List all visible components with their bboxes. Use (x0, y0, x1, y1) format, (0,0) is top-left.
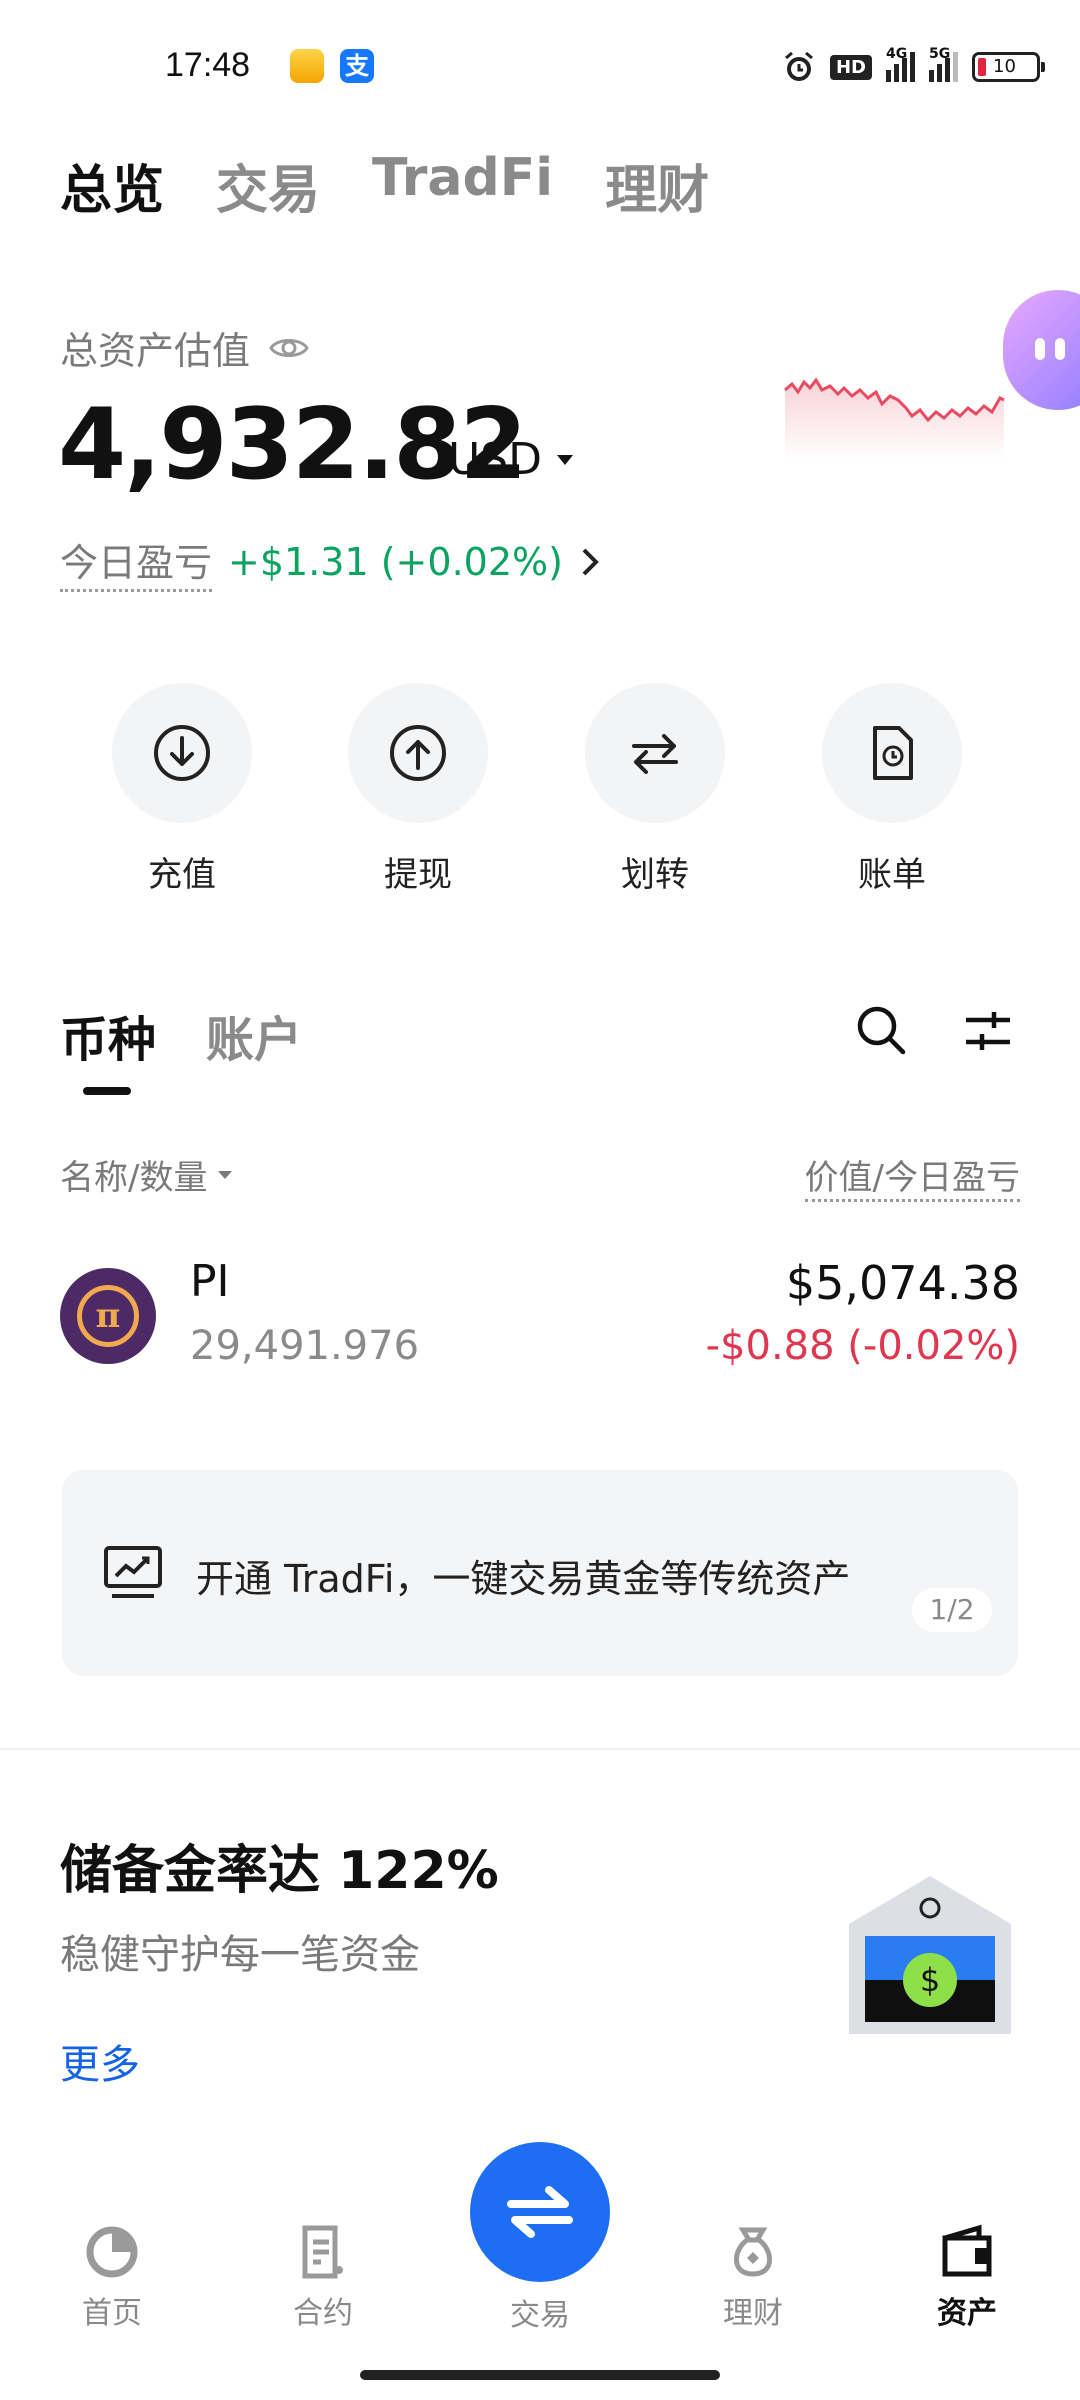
battery-icon: 10 (972, 52, 1045, 82)
sort-name-quantity[interactable]: 名称/数量 (60, 1150, 233, 1199)
asset-pnl: -$0.88 (-0.02%) (705, 1323, 1020, 1369)
caret-down-icon (557, 454, 574, 465)
mail-app-icon (290, 49, 324, 83)
withdraw-icon (390, 725, 446, 781)
search-icon[interactable] (853, 1002, 909, 1058)
bill-icon (873, 726, 913, 780)
transfer-label: 划转 (621, 855, 689, 895)
wallet-icon (942, 2224, 992, 2277)
nav-assets[interactable]: 资产 (902, 2224, 1032, 2332)
today-pnl-label: 今日盈亏 (60, 532, 213, 592)
deposit-icon (154, 725, 210, 781)
reserve-more-link[interactable]: 更多 (60, 2032, 140, 2090)
withdraw-label: 提现 (384, 855, 452, 895)
tab-overview[interactable]: 总览 (60, 148, 164, 223)
nav-assets-label: 资产 (937, 2296, 997, 2331)
deposit-label: 充值 (148, 855, 216, 895)
tab-tradfi[interactable]: TradFi (372, 148, 553, 223)
nav-contract-label: 合约 (293, 2296, 353, 2331)
home-icon (86, 2226, 138, 2278)
tab-earn[interactable]: 理财 (605, 148, 709, 223)
nav-earn-label: 理财 (723, 2296, 783, 2331)
asset-quantity: 29,491.976 (190, 1323, 420, 1369)
gesture-home-bar (360, 2370, 720, 2380)
filter-settings-icon[interactable] (962, 1005, 1014, 1057)
chart-monitor-icon (104, 1546, 162, 1598)
nav-home-label: 首页 (82, 2296, 142, 2331)
status-time: 17:48 (165, 46, 251, 84)
transfer-icon (632, 734, 678, 774)
nav-earn[interactable]: 理财 (688, 2224, 818, 2332)
bill-button[interactable]: 账单 (822, 683, 962, 896)
tab-coins[interactable]: 币种 (60, 1000, 156, 1070)
pi-coin-logo: π (60, 1268, 156, 1364)
currency-label: USD (448, 434, 543, 485)
signal-icon: 4G (886, 46, 915, 82)
nav-home[interactable]: 首页 (47, 2224, 177, 2332)
total-assets-label: 总资产估值 (60, 329, 251, 373)
status-icons: HD 4G 5G 10 (782, 46, 1045, 84)
svg-text:$: $ (920, 1961, 940, 1999)
top-tabs: 总览 交易 TradFi 理财 (60, 148, 709, 223)
withdraw-button[interactable]: 提现 (348, 683, 488, 896)
alipay-icon: 支 (340, 49, 374, 83)
reserve-ratio-title: 储备金率达 122% (60, 1841, 499, 1901)
tab-accounts[interactable]: 账户 (206, 1000, 302, 1070)
signal-icon: 5G (929, 46, 958, 82)
deposit-button[interactable]: 充值 (112, 683, 252, 896)
trade-swap-icon (507, 2186, 573, 2238)
today-pnl-row[interactable]: 今日盈亏 +$1.31 (+0.02%) (60, 532, 601, 592)
caret-down-icon (218, 1170, 233, 1179)
currency-selector[interactable]: USD (448, 434, 574, 485)
today-pnl-value: +$1.31 (+0.02%) (228, 540, 563, 584)
hd-voice-icon: HD (829, 54, 872, 80)
asset-value: $5,074.38 (785, 1256, 1020, 1310)
sort-value-pnl[interactable]: 价值/今日盈亏 (804, 1150, 1020, 1202)
earn-icon (734, 2227, 772, 2277)
nav-contract[interactable]: 合约 (258, 2224, 388, 2332)
section-divider (0, 1748, 1080, 1750)
alarm-icon (785, 51, 813, 81)
nav-trade-button[interactable] (470, 2142, 610, 2282)
vault-bank-icon: $ (849, 1876, 1011, 2034)
column-name-label: 名称/数量 (60, 1158, 208, 1198)
bill-label: 账单 (858, 855, 926, 895)
reserve-subtitle: 稳健守护每一笔资金 (60, 1932, 420, 1978)
asset-section-tabs: 币种 账户 (60, 1000, 302, 1070)
banner-text: 开通 TradFi，一键交易黄金等传统资产 (196, 1557, 851, 1601)
eye-icon[interactable] (268, 333, 310, 363)
total-assets-label-row: 总资产估值 (60, 320, 310, 375)
tab-trade[interactable]: 交易 (216, 148, 320, 223)
contract-icon (302, 2225, 343, 2279)
balance-sparkline (784, 377, 1005, 460)
tradfi-banner[interactable]: 开通 TradFi，一键交易黄金等传统资产 1/2 (62, 1470, 1018, 1676)
chevron-right-icon (582, 548, 599, 576)
nav-trade-label[interactable]: 交易 (470, 2290, 610, 2334)
active-tab-indicator (83, 1087, 131, 1095)
banner-page-indicator: 1/2 (912, 1588, 992, 1632)
asset-symbol[interactable]: PI (190, 1256, 230, 1307)
transfer-button[interactable]: 划转 (585, 683, 725, 896)
